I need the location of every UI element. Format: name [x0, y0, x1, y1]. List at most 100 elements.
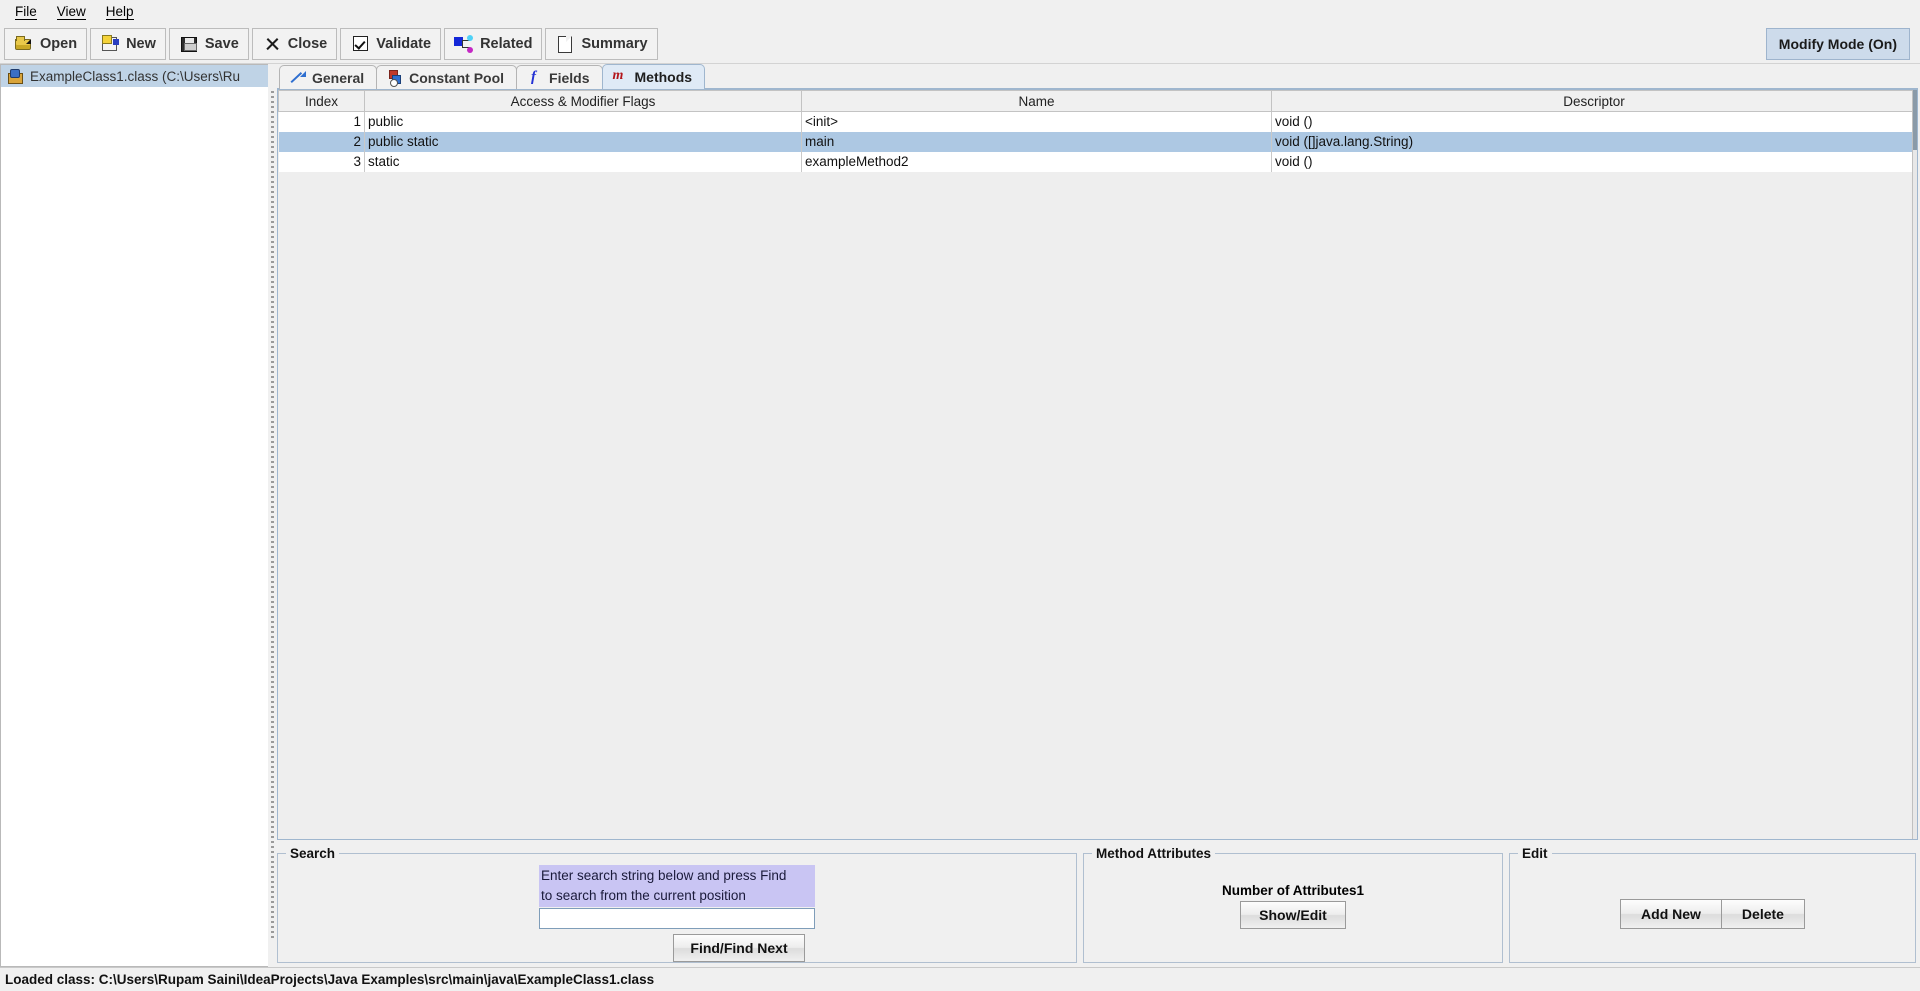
search-panel: Search Enter search string below and pre…: [277, 846, 1077, 963]
delete-button[interactable]: Delete: [1720, 899, 1805, 929]
search-panel-body: Enter search string below and press Find…: [278, 861, 1076, 962]
page-summary-icon: [555, 34, 575, 54]
tab-general-label: General: [312, 69, 365, 86]
tab-methods-label: Methods: [634, 69, 693, 85]
add-new-button[interactable]: Add New: [1620, 899, 1722, 929]
cell-index: 3: [278, 151, 365, 172]
open-button[interactable]: Open: [4, 27, 88, 60]
validate-button-label: Validate: [376, 35, 432, 52]
methods-table-container: Index Access & Modifier Flags Name Descr…: [277, 89, 1918, 840]
attribute-count: Number of Attributes1: [1222, 883, 1364, 898]
status-bar: Loaded class: C:\Users\Rupam Saini\IdeaP…: [0, 967, 1920, 991]
cell-name: main: [801, 131, 1272, 152]
tab-general[interactable]: General: [279, 65, 378, 89]
edit-panel: Edit Add New Delete: [1509, 846, 1916, 963]
pane-splitter[interactable]: [268, 64, 277, 967]
method-attributes-body: Number of Attributes1 Show/Edit: [1084, 861, 1502, 962]
detail-pane: General Constant Pool f Fields m Methods: [277, 64, 1920, 967]
checkbox-check-icon: [350, 34, 370, 54]
related-button-label: Related: [480, 35, 533, 52]
main-toolbar: Open New Save Close Validate Related Sum…: [0, 24, 1920, 64]
table-row[interactable]: 3 static exampleMethod2 void (): [278, 151, 1917, 172]
cell-flags: static: [364, 151, 802, 172]
summary-button-label: Summary: [581, 35, 648, 52]
menu-file[interactable]: File: [6, 2, 46, 22]
bottom-panels: Search Enter search string below and pre…: [277, 840, 1918, 967]
validate-button[interactable]: Validate: [340, 27, 442, 60]
constant-pool-icon: [387, 69, 403, 87]
class-file-icon: [7, 68, 24, 84]
tree-item-exampleclass1[interactable]: ExampleClass1.class (C:\Users\Ru: [1, 65, 268, 87]
classeditor-window: File View Help Open New Save Close Valid…: [0, 0, 1920, 991]
new-document-icon: [100, 34, 120, 54]
save-button-label: Save: [204, 35, 239, 52]
menu-view[interactable]: View: [48, 2, 95, 22]
edit-panel-title: Edit: [1522, 846, 1548, 861]
close-x-icon: [262, 34, 282, 54]
detail-tabs: General Constant Pool f Fields m Methods: [277, 64, 1918, 89]
edit-panel-body: Add New Delete: [1510, 861, 1915, 962]
search-hint-line2: to search from the current position: [541, 888, 746, 903]
table-header-row: Index Access & Modifier Flags Name Descr…: [278, 90, 1917, 112]
save-button[interactable]: Save: [168, 27, 249, 60]
cell-descriptor: void ([]java.lang.String): [1271, 131, 1917, 152]
attribute-count-value: 1: [1356, 883, 1364, 898]
column-header-flags[interactable]: Access & Modifier Flags: [364, 90, 802, 112]
tab-methods[interactable]: m Methods: [601, 64, 706, 89]
methods-m-icon: m: [612, 68, 624, 83]
search-panel-title: Search: [290, 846, 336, 861]
related-button[interactable]: Related: [444, 27, 543, 60]
cell-descriptor: void (): [1271, 151, 1917, 172]
menu-help-label: Help: [105, 4, 134, 20]
floppy-disk-icon: [179, 34, 199, 54]
summary-button[interactable]: Summary: [545, 27, 658, 60]
search-input[interactable]: [539, 908, 815, 929]
close-button-label: Close: [287, 35, 328, 52]
related-nodes-icon: [454, 34, 474, 54]
tab-fields-label: Fields: [549, 69, 590, 86]
table-row[interactable]: 2 public static main void ([]java.lang.S…: [278, 131, 1917, 152]
status-bar-text: Loaded class: C:\Users\Rupam Saini\IdeaP…: [5, 972, 655, 987]
new-button-label: New: [126, 35, 156, 52]
menu-view-label: View: [56, 4, 86, 20]
cell-flags: public: [364, 111, 802, 132]
class-tree-pane: ExampleClass1.class (C:\Users\Ru: [0, 64, 268, 967]
menu-file-label: File: [15, 4, 37, 20]
show-edit-button[interactable]: Show/Edit: [1240, 901, 1346, 929]
menu-help[interactable]: Help: [97, 2, 143, 22]
tab-fields[interactable]: f Fields: [516, 65, 603, 89]
tab-constant-pool[interactable]: Constant Pool: [376, 65, 518, 89]
find-find-next-button[interactable]: Find/Find Next: [673, 934, 805, 962]
method-attributes-panel: Method Attributes Number of Attributes1 …: [1083, 846, 1503, 963]
cell-name: exampleMethod2: [801, 151, 1272, 172]
menu-bar: File View Help: [0, 0, 1920, 24]
cell-index: 1: [278, 111, 365, 132]
open-button-label: Open: [40, 35, 78, 52]
tab-constant-pool-label: Constant Pool: [409, 69, 505, 86]
new-button[interactable]: New: [90, 27, 166, 60]
cell-name: <init>: [801, 111, 1272, 132]
open-folder-icon: [14, 34, 34, 54]
general-arrow-icon: [290, 70, 306, 86]
column-header-descriptor[interactable]: Descriptor: [1271, 90, 1917, 112]
table-row[interactable]: 1 public <init> void (): [278, 111, 1917, 132]
cell-index: 2: [278, 131, 365, 152]
cell-flags: public static: [364, 131, 802, 152]
column-header-index[interactable]: Index: [278, 90, 365, 112]
methods-table: Index Access & Modifier Flags Name Descr…: [278, 90, 1917, 172]
close-button[interactable]: Close: [251, 27, 338, 60]
modify-mode-button[interactable]: Modify Mode (On): [1765, 28, 1910, 60]
method-attributes-title: Method Attributes: [1096, 846, 1211, 861]
tree-item-label: ExampleClass1.class (C:\Users\Ru: [30, 68, 241, 84]
search-hint-line1: Enter search string below and press Find: [541, 868, 787, 883]
column-header-name[interactable]: Name: [801, 90, 1272, 112]
search-hint: Enter search string below and press Find…: [539, 865, 815, 907]
table-empty-area: [278, 171, 1917, 839]
modify-mode-label: Modify Mode (On): [1778, 36, 1897, 52]
attribute-count-label: Number of Attributes: [1221, 883, 1357, 898]
fields-f-icon: f: [531, 68, 537, 85]
table-vertical-scrollbar[interactable]: [1912, 90, 1917, 839]
edit-buttons-group: Add New Delete: [1620, 899, 1805, 929]
cell-descriptor: void (): [1271, 111, 1917, 132]
body-split-pane: ExampleClass1.class (C:\Users\Ru General…: [0, 64, 1920, 967]
